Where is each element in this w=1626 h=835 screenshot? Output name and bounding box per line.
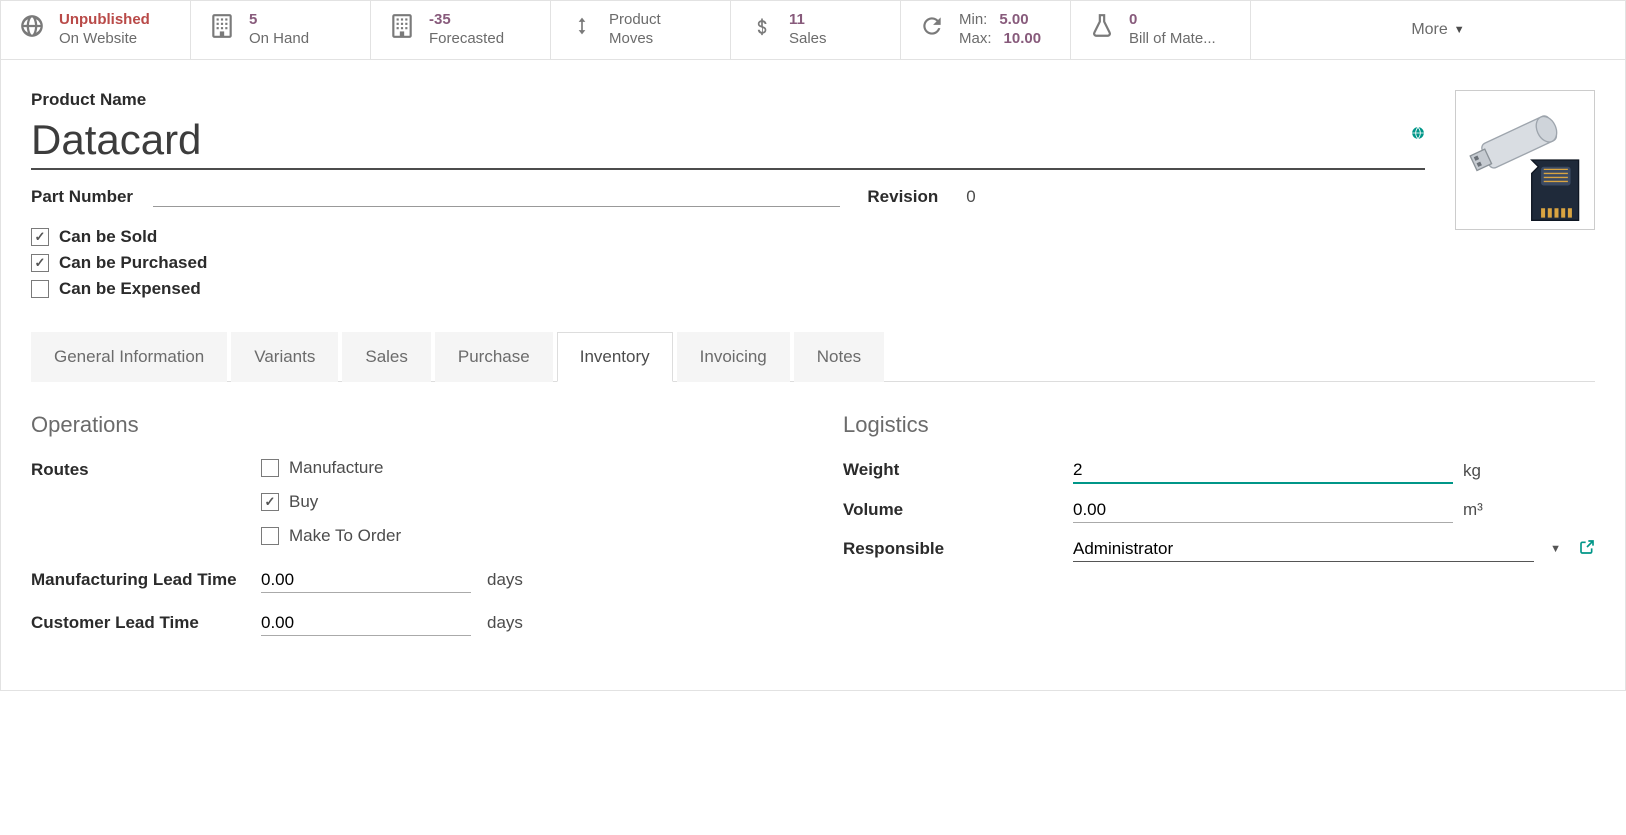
route-mto-label: Make To Order: [289, 526, 401, 546]
tab-sales[interactable]: Sales: [342, 332, 431, 382]
external-link-icon[interactable]: [1579, 539, 1595, 560]
globe-icon: [15, 13, 49, 46]
responsible-label: Responsible: [843, 537, 1073, 561]
route-buy-label: Buy: [289, 492, 318, 512]
stat-forecasted-label: Forecasted: [429, 30, 504, 49]
product-image[interactable]: [1455, 90, 1595, 230]
can-expensed-label: Can be Expensed: [59, 279, 201, 299]
weight-unit: kg: [1463, 461, 1493, 481]
manuf-lead-label: Manufacturing Lead Time: [31, 568, 261, 592]
product-name-label: Product Name: [31, 90, 1425, 110]
operations-section: Operations Routes Manufacture Buy: [31, 412, 783, 650]
caret-down-icon: ▼: [1454, 24, 1465, 36]
stat-bom[interactable]: 0 Bill of Mate...: [1071, 1, 1251, 59]
stat-sales[interactable]: 11 Sales: [731, 1, 901, 59]
route-mto-checkbox[interactable]: [261, 527, 279, 545]
stat-sales-label: Sales: [789, 30, 827, 49]
building-icon: [205, 13, 239, 46]
manuf-lead-suffix: days: [487, 570, 523, 590]
logistics-section: Logistics Weight kg Volume m³ R: [843, 412, 1595, 650]
manuf-lead-input[interactable]: [261, 568, 471, 593]
stat-onhand-label: On Hand: [249, 30, 309, 49]
volume-label: Volume: [843, 498, 1073, 522]
minmax-max-v: 10.00: [1004, 30, 1042, 49]
part-number-label: Part Number: [31, 187, 133, 207]
arrows-v-icon: [565, 12, 599, 47]
stat-moves-value: Product: [609, 11, 661, 30]
tab-variants[interactable]: Variants: [231, 332, 338, 382]
minmax-min-k: Min:: [959, 11, 987, 30]
stat-forecasted[interactable]: -35 Forecasted: [371, 1, 551, 59]
dollar-icon: [745, 12, 779, 47]
more-label: More: [1411, 21, 1447, 39]
building-icon: [385, 13, 419, 46]
stat-sales-value: 11: [789, 11, 827, 30]
minmax-max-k: Max:: [959, 30, 992, 49]
revision-label: Revision: [867, 187, 938, 207]
route-buy-checkbox[interactable]: [261, 493, 279, 511]
operations-title: Operations: [31, 412, 783, 438]
minmax-min-v: 5.00: [999, 11, 1028, 30]
refresh-icon: [915, 13, 949, 46]
translate-globe-icon[interactable]: [1411, 126, 1425, 143]
can-expensed-checkbox[interactable]: [31, 280, 49, 298]
tab-general[interactable]: General Information: [31, 332, 227, 382]
stat-bom-label: Bill of Mate...: [1129, 30, 1216, 49]
tab-purchase[interactable]: Purchase: [435, 332, 553, 382]
volume-input[interactable]: [1073, 498, 1453, 523]
can-purchased-checkbox[interactable]: [31, 254, 49, 272]
stat-onhand-value: 5: [249, 11, 309, 30]
can-sold-label: Can be Sold: [59, 227, 157, 247]
route-manufacture-checkbox[interactable]: [261, 459, 279, 477]
caret-down-icon[interactable]: ▼: [1550, 543, 1561, 555]
stat-more-button[interactable]: More ▼: [1251, 1, 1625, 59]
stat-onhand[interactable]: 5 On Hand: [191, 1, 371, 59]
weight-label: Weight: [843, 458, 1073, 482]
stat-unpublished-label: On Website: [59, 30, 150, 49]
stat-buttons-row: Unpublished On Website 5 On Hand -35 For…: [1, 1, 1625, 60]
logistics-title: Logistics: [843, 412, 1595, 438]
stat-forecasted-value: -35: [429, 11, 504, 30]
part-number-input[interactable]: [153, 184, 839, 207]
tab-bar: General Information Variants Sales Purch…: [31, 331, 1595, 382]
revision-value: 0: [966, 187, 975, 207]
weight-input[interactable]: [1073, 458, 1453, 484]
route-manufacture-label: Manufacture: [289, 458, 384, 478]
flask-icon: [1085, 13, 1119, 46]
tab-inventory[interactable]: Inventory: [557, 332, 673, 382]
volume-unit: m³: [1463, 500, 1493, 520]
cust-lead-label: Customer Lead Time: [31, 611, 261, 635]
stat-unpublished[interactable]: Unpublished On Website: [1, 1, 191, 59]
tab-notes[interactable]: Notes: [794, 332, 884, 382]
stat-bom-value: 0: [1129, 11, 1216, 30]
responsible-input[interactable]: [1073, 537, 1534, 562]
product-name-input[interactable]: [31, 110, 1425, 170]
cust-lead-input[interactable]: [261, 611, 471, 636]
tab-invoicing[interactable]: Invoicing: [677, 332, 790, 382]
can-purchased-label: Can be Purchased: [59, 253, 207, 273]
cust-lead-suffix: days: [487, 613, 523, 633]
stat-moves[interactable]: Product Moves: [551, 1, 731, 59]
can-sold-checkbox[interactable]: [31, 228, 49, 246]
routes-label: Routes: [31, 458, 261, 482]
stat-minmax[interactable]: Min: 5.00 Max: 10.00: [901, 1, 1071, 59]
stat-moves-label: Moves: [609, 30, 661, 49]
stat-unpublished-value: Unpublished: [59, 11, 150, 30]
